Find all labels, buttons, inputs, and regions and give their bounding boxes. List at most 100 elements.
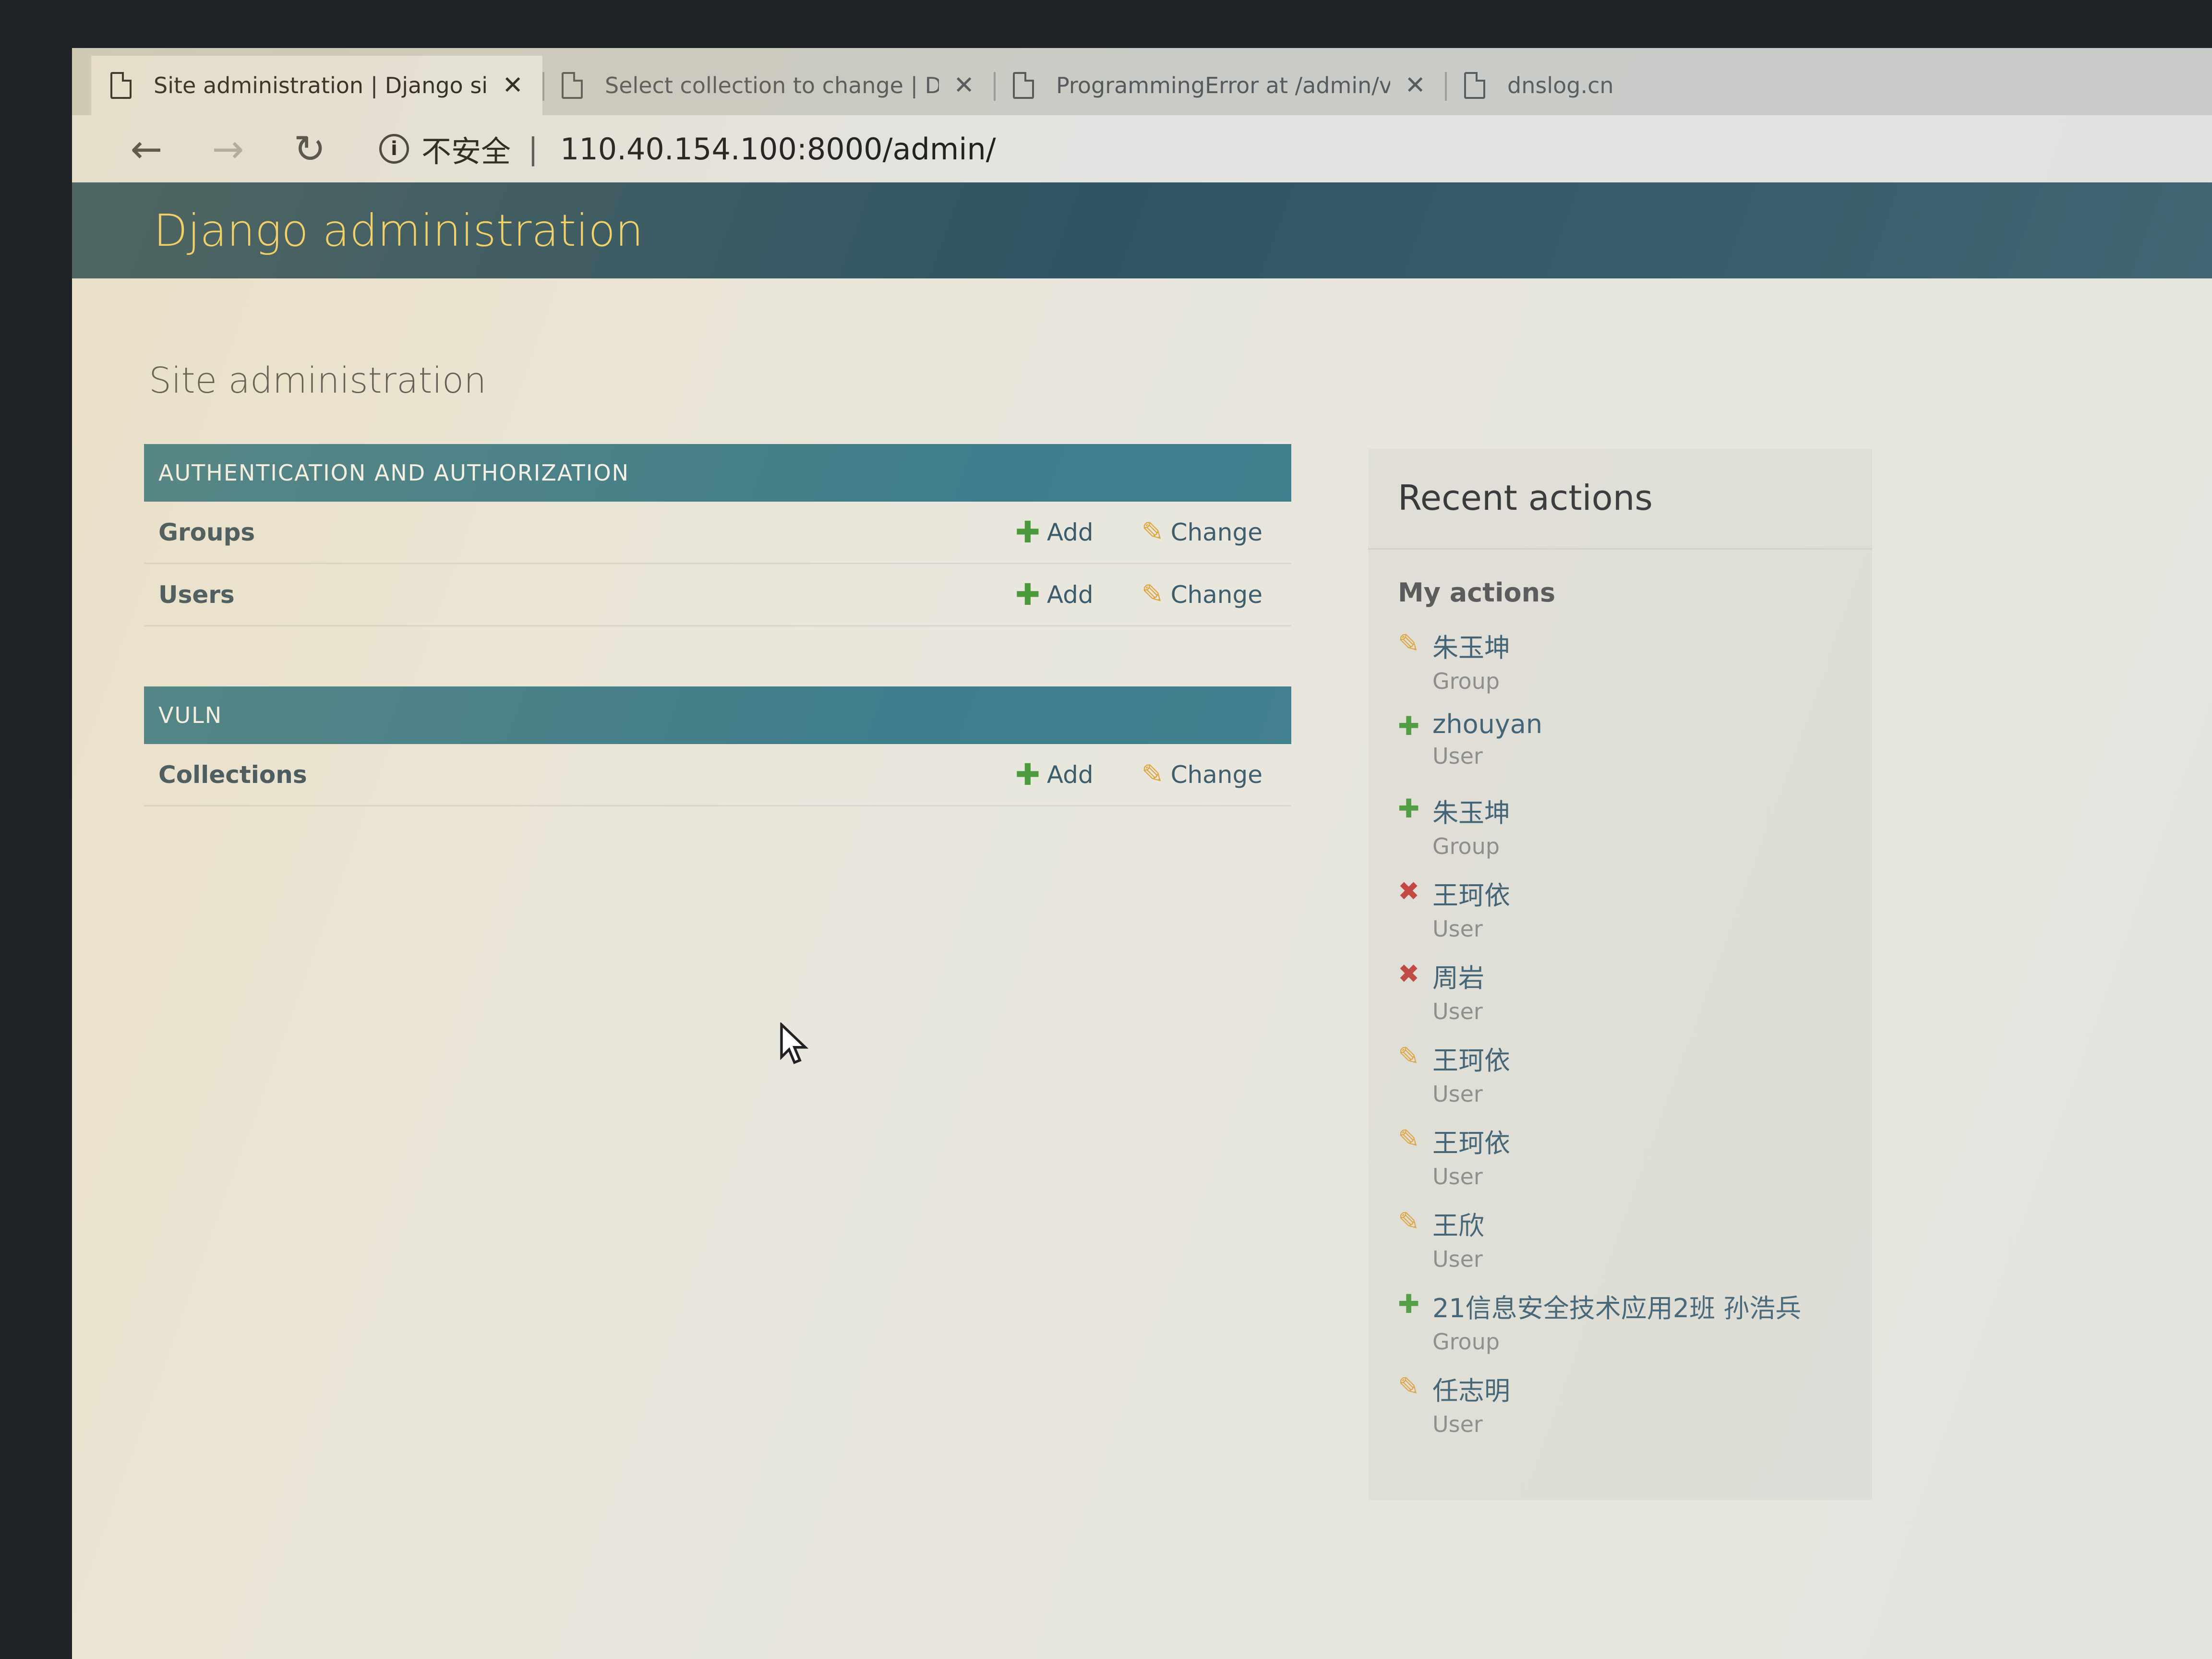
content-area: Site administration AUTHENTICATION AND A… xyxy=(72,278,2212,1659)
action-object-link[interactable]: 21信息安全技术应用2班 孙浩兵 xyxy=(1432,1287,1801,1325)
pencil-icon: ✎ xyxy=(1398,1124,1420,1154)
tab-title: dnslog.cn xyxy=(1507,72,1614,98)
back-button[interactable]: ← xyxy=(106,127,187,171)
mouse-cursor-icon xyxy=(780,1022,809,1064)
action-item: ✎ 王珂依 User xyxy=(1368,1039,1872,1122)
plus-icon: ✚ xyxy=(1398,793,1420,824)
plus-icon: ✚ xyxy=(1015,757,1040,792)
recent-actions-panel: Recent actions My actions ✎ 朱玉坤 Group ✚ z… xyxy=(1368,449,1872,1500)
info-icon[interactable]: i xyxy=(379,134,409,164)
action-object-type: Group xyxy=(1432,833,1500,859)
change-label: Change xyxy=(1170,518,1262,546)
change-label: Change xyxy=(1170,760,1262,789)
pencil-icon: ✎ xyxy=(1141,759,1164,790)
page-icon xyxy=(110,72,132,99)
page-icon xyxy=(562,72,583,99)
tab-strip: Site administration | Django site ✕ Sele… xyxy=(72,48,2212,115)
tab-dnslog[interactable]: dnslog.cn xyxy=(1445,56,1896,115)
action-object-link[interactable]: 王欣 xyxy=(1432,1204,1484,1242)
action-item: ✎ 朱玉坤 Group xyxy=(1368,626,1872,709)
add-label: Add xyxy=(1046,580,1094,609)
browser-window: Site administration | Django site ✕ Sele… xyxy=(72,48,2212,1659)
model-row-users: Users ✚ Add ✎ Change xyxy=(144,564,1291,626)
module-vuln: VULN Collections ✚ Add ✎ Change xyxy=(144,686,1291,806)
close-icon[interactable]: ✕ xyxy=(953,71,974,100)
plus-icon: ✚ xyxy=(1015,515,1040,550)
action-object-type: Group xyxy=(1432,668,1500,694)
recent-actions-title: Recent actions xyxy=(1368,449,1872,550)
action-object-type: User xyxy=(1432,998,1483,1024)
add-link[interactable]: ✚ Add xyxy=(1015,757,1094,792)
add-link[interactable]: ✚ Add xyxy=(1015,577,1094,612)
action-item: ✎ 任志明 User xyxy=(1368,1370,1872,1452)
action-item: ✚ 朱玉坤 Group xyxy=(1368,792,1872,874)
action-object-type: User xyxy=(1432,916,1483,942)
pencil-icon: ✎ xyxy=(1141,517,1164,548)
delete-icon: ✖ xyxy=(1398,876,1420,906)
action-item: ✖ 王珂依 User xyxy=(1368,874,1872,957)
add-label: Add xyxy=(1046,518,1094,546)
action-object-name: 王珂依 xyxy=(1432,880,1510,911)
add-label: Add xyxy=(1046,760,1094,789)
forward-button[interactable]: → xyxy=(187,127,269,171)
close-icon[interactable]: ✕ xyxy=(502,71,523,100)
model-link-users[interactable]: Users xyxy=(158,581,967,609)
pencil-icon: ✎ xyxy=(1398,1041,1420,1071)
plus-icon: ✚ xyxy=(1398,1289,1420,1319)
action-object-name: 周岩 xyxy=(1432,963,1484,993)
model-link-groups[interactable]: Groups xyxy=(158,518,967,546)
pencil-icon: ✎ xyxy=(1398,628,1420,659)
change-link[interactable]: ✎ Change xyxy=(1142,759,1262,790)
security-label[interactable]: 不安全 xyxy=(421,127,511,170)
tab-programming-error[interactable]: ProgrammingError at /admin/vu ✕ xyxy=(994,56,1445,115)
add-link[interactable]: ✚ Add xyxy=(1015,515,1094,550)
action-object-link[interactable]: zhouyan xyxy=(1432,709,1542,739)
tab-site-administration[interactable]: Site administration | Django site ✕ xyxy=(91,56,542,115)
action-item: ✎ 王珂依 User xyxy=(1368,1122,1872,1204)
plus-icon: ✚ xyxy=(1398,711,1420,741)
action-item: ✎ 王欣 User xyxy=(1368,1204,1872,1287)
action-object-link[interactable]: 朱玉坤 xyxy=(1432,626,1510,664)
close-icon[interactable]: ✕ xyxy=(1405,71,1426,100)
page-icon xyxy=(1464,72,1485,99)
tab-title: Select collection to change | Dja xyxy=(605,72,939,98)
action-item: ✖ 周岩 User xyxy=(1368,957,1872,1039)
action-object-link[interactable]: 朱玉坤 xyxy=(1432,792,1510,830)
url-text[interactable]: 110.40.154.100:8000/admin/ xyxy=(560,132,996,167)
action-object-type: User xyxy=(1432,743,1483,769)
model-link-collections[interactable]: Collections xyxy=(158,761,967,789)
action-object-link[interactable]: 王珂依 xyxy=(1432,1039,1510,1077)
page-icon xyxy=(1013,72,1034,99)
django-header: Django administration xyxy=(72,182,2212,278)
change-link[interactable]: ✎ Change xyxy=(1142,517,1262,548)
reload-button[interactable]: ↻ xyxy=(269,127,350,171)
pencil-icon: ✎ xyxy=(1398,1371,1420,1402)
action-object-type: User xyxy=(1432,1081,1483,1107)
action-object-type: User xyxy=(1432,1246,1483,1272)
module-caption[interactable]: AUTHENTICATION AND AUTHORIZATION xyxy=(144,444,1291,502)
action-item: ✚ zhouyan User xyxy=(1368,709,1872,792)
page-title: Site administration xyxy=(149,360,487,401)
tab-title: Site administration | Django site xyxy=(154,72,488,98)
model-row-groups: Groups ✚ Add ✎ Change xyxy=(144,502,1291,564)
action-item: ✚ 21信息安全技术应用2班 孙浩兵 Group xyxy=(1368,1287,1872,1370)
delete-icon: ✖ xyxy=(1398,959,1420,989)
address-bar[interactable]: i 不安全 | 110.40.154.100:8000/admin/ xyxy=(379,125,2193,173)
action-object-type: User xyxy=(1432,1411,1483,1437)
site-brand[interactable]: Django administration xyxy=(154,205,643,256)
change-link[interactable]: ✎ Change xyxy=(1142,579,1262,610)
change-label: Change xyxy=(1170,580,1262,609)
my-actions-heading: My actions xyxy=(1398,577,1556,608)
url-separator: | xyxy=(528,131,538,167)
navigation-bar: ← → ↻ i 不安全 | 110.40.154.100:8000/admin/ xyxy=(72,115,2212,182)
action-object-link[interactable]: 任志明 xyxy=(1432,1370,1510,1407)
model-row-collections: Collections ✚ Add ✎ Change xyxy=(144,744,1291,806)
tab-select-collection[interactable]: Select collection to change | Dja ✕ xyxy=(542,56,994,115)
module-auth: AUTHENTICATION AND AUTHORIZATION Groups … xyxy=(144,444,1291,626)
tab-title: ProgrammingError at /admin/vu xyxy=(1056,72,1391,98)
action-object-link[interactable]: 王珂依 xyxy=(1432,1122,1510,1160)
pencil-icon: ✎ xyxy=(1398,1206,1420,1237)
module-caption[interactable]: VULN xyxy=(144,686,1291,744)
action-object-type: Group xyxy=(1432,1329,1500,1355)
pencil-icon: ✎ xyxy=(1141,579,1164,610)
